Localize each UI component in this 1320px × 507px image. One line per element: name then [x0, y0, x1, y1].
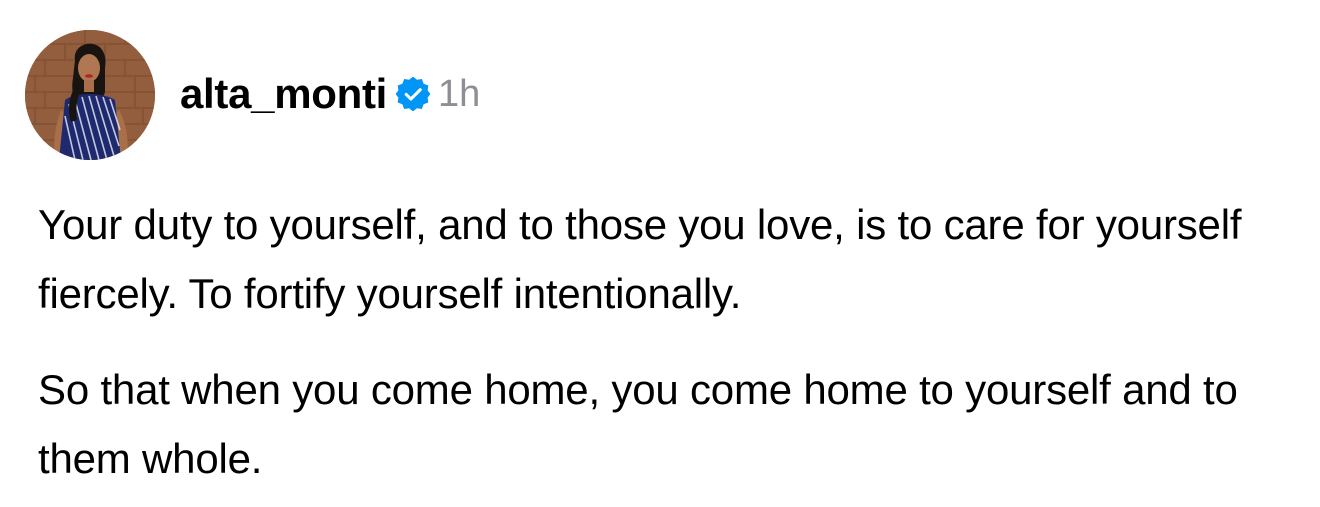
post-paragraph: So that when you come home, you come hom… [38, 366, 1238, 482]
username[interactable]: alta_monti [180, 73, 387, 115]
avatar-photo [25, 30, 155, 160]
avatar[interactable] [25, 30, 155, 160]
post-header: alta_monti 1h [180, 66, 480, 122]
post-paragraph: Your duty to yourself, and to those you … [38, 201, 1242, 317]
post-timestamp[interactable]: 1h [438, 75, 480, 113]
post-card: alta_monti 1h Your duty to yourself, and… [0, 0, 1320, 507]
post-body: Your duty to yourself, and to those you … [38, 190, 1298, 493]
verified-badge-icon [396, 77, 431, 111]
